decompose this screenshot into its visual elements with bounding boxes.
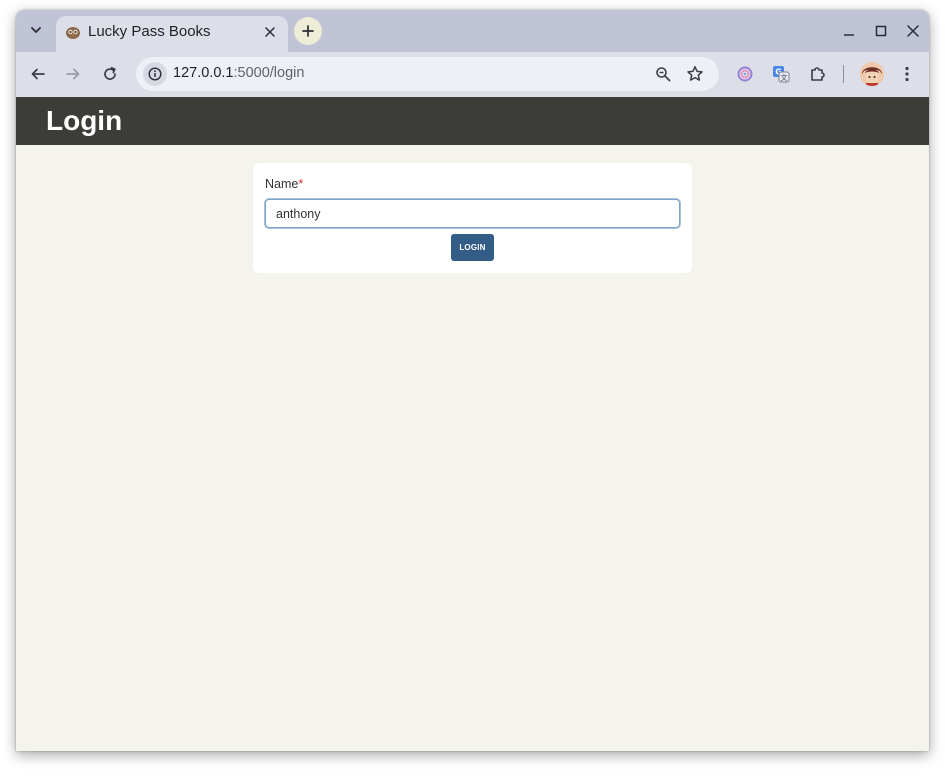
name-field-label: Name*	[265, 177, 303, 191]
profile-avatar[interactable]	[860, 62, 884, 86]
site-info-icon[interactable]	[143, 62, 167, 86]
login-button[interactable]: Login	[451, 234, 494, 261]
tab-title: Lucky Pass Books	[88, 23, 211, 40]
back-icon[interactable]	[25, 61, 51, 87]
page-header: Login	[16, 97, 929, 145]
url-path: :5000/login	[233, 65, 305, 81]
address-bar[interactable]: 127.0.0.1:5000/login	[136, 57, 719, 91]
active-tab[interactable]: Lucky Pass Books	[56, 16, 288, 52]
maximize-icon[interactable]	[870, 20, 892, 42]
login-form: Name* Login	[253, 163, 692, 273]
svg-text:文: 文	[781, 73, 788, 82]
zoom-icon[interactable]	[652, 63, 674, 85]
bookmark-star-icon[interactable]	[684, 63, 706, 85]
close-window-icon[interactable]	[902, 20, 924, 42]
url-text: 127.0.0.1:5000/login	[173, 65, 304, 81]
minimize-icon[interactable]	[838, 20, 860, 42]
page-title: Login	[46, 105, 123, 136]
browser-toolbar: 127.0.0.1:5000/login G 文	[16, 52, 929, 97]
owl-favicon-icon	[65, 24, 81, 40]
url-host: 127.0.0.1	[173, 65, 234, 81]
tab-strip: Lucky Pass Books	[16, 10, 929, 52]
tab-search-icon[interactable]	[24, 18, 48, 42]
menu-kebab-icon[interactable]	[894, 61, 920, 87]
toolbar-separator	[843, 65, 844, 83]
forward-icon[interactable]	[60, 61, 86, 87]
name-input[interactable]	[265, 199, 680, 228]
extensions-puzzle-icon[interactable]	[805, 61, 831, 87]
new-tab-icon[interactable]	[294, 17, 322, 45]
reload-icon[interactable]	[97, 61, 123, 87]
browser-window: Lucky Pass Books 127.0.0.1:5000/login G …	[16, 10, 929, 751]
page-content: Login Name* Login	[16, 97, 929, 751]
translate-extension-icon[interactable]: G 文	[768, 61, 794, 87]
name-label-text: Name	[265, 177, 299, 191]
ai-extension-icon[interactable]	[732, 61, 758, 87]
required-marker: *	[298, 177, 304, 191]
tab-close-icon[interactable]	[260, 22, 280, 42]
